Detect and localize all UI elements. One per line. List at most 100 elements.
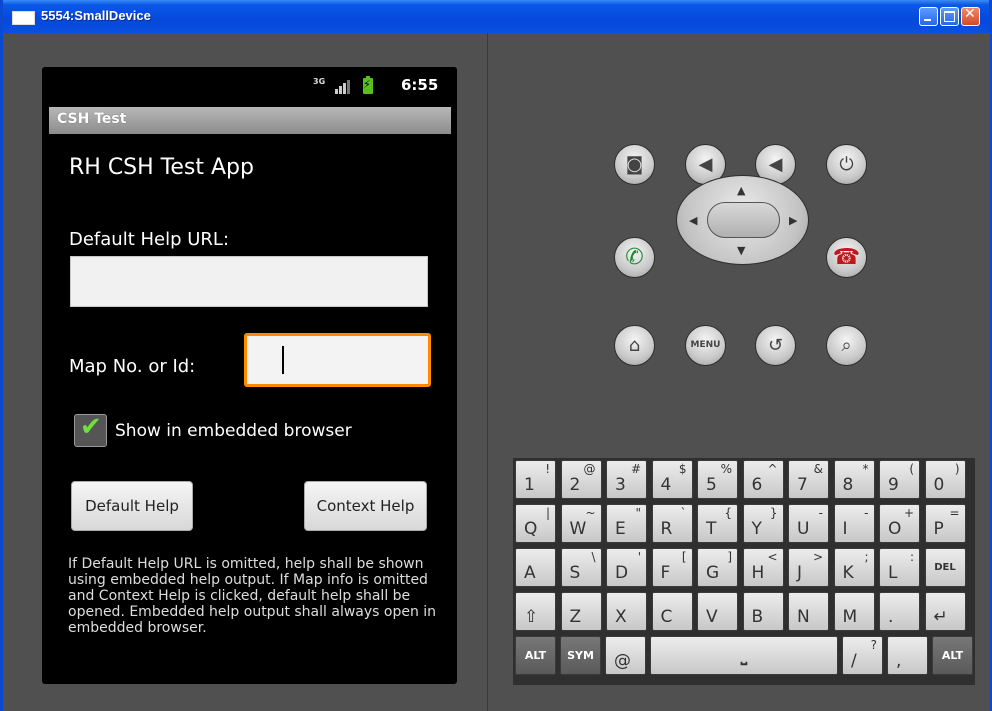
key-row3-5[interactable]: H < — [742, 548, 784, 587]
key-row4-6[interactable]: N — [788, 592, 829, 631]
page-heading: RH CSH Test App — [69, 155, 254, 180]
key-row2-0[interactable]: Q | — [515, 504, 556, 543]
map-id-input[interactable] — [244, 333, 431, 387]
close-button[interactable]: ✕ — [961, 6, 980, 26]
key-main-label: @ — [614, 651, 631, 671]
dpad-center-button[interactable] — [707, 202, 780, 238]
key-row1-4[interactable]: 5% — [697, 460, 738, 499]
key-row2-1[interactable]: W ~ — [560, 504, 602, 543]
dpad[interactable]: ▲ ▼ ◀ ▶ — [676, 175, 809, 265]
key-row3-0[interactable]: A — [515, 548, 556, 587]
key-row1-1[interactable]: 2 @ — [560, 460, 602, 499]
home-icon[interactable]: ⌂ — [614, 325, 655, 366]
key-main-label: ⇧ — [524, 607, 539, 627]
menu-button[interactable]: MENU — [685, 325, 726, 366]
key-row3-4[interactable]: G] — [697, 548, 738, 587]
key-row1-9[interactable]: 0) — [924, 460, 966, 499]
default-help-button[interactable]: Default Help — [71, 481, 193, 531]
key-row2-7[interactable]: I- — [833, 504, 875, 543]
key-main-label: R — [660, 519, 673, 539]
back-icon[interactable]: ↺ — [755, 325, 796, 366]
key-row4-5[interactable]: B — [742, 592, 784, 631]
key-row4-3[interactable]: C — [651, 592, 693, 631]
window-titlebar[interactable]: 5554:SmallDevice ✕ — [3, 0, 989, 33]
key-main-label: ↵ — [933, 607, 948, 627]
key-row4-4[interactable]: V — [697, 592, 738, 631]
key-row2-9[interactable]: P = — [924, 504, 966, 543]
key-row2-3[interactable]: R ` — [651, 504, 693, 543]
key-alt-label: $ — [678, 462, 687, 476]
signal-icon — [335, 80, 353, 94]
key-row3-3[interactable]: F[ — [651, 548, 693, 587]
key-row2-6[interactable]: U- — [788, 504, 829, 543]
key-main-label: 8 — [842, 475, 854, 495]
key-row1-6[interactable]: 7 & — [788, 460, 829, 499]
key-row5-0[interactable]: ALT — [515, 636, 556, 675]
dpad-up-icon[interactable]: ▲ — [737, 184, 745, 197]
key-main-label: D — [615, 563, 629, 583]
dpad-down-icon[interactable]: ▼ — [737, 244, 745, 257]
key-alt-label: } — [769, 506, 778, 520]
key-row2-5[interactable]: Y} — [742, 504, 784, 543]
minimize-button[interactable] — [919, 7, 938, 26]
key-row3-6[interactable]: J > — [788, 548, 829, 587]
key-row2-8[interactable]: O + — [879, 504, 920, 543]
key-alt-label: ? — [870, 638, 877, 652]
key-main-label: B — [751, 607, 764, 627]
key-row4-2[interactable]: X — [606, 592, 647, 631]
key-row2-4[interactable]: T{ — [697, 504, 738, 543]
embedded-browser-label[interactable]: Show in embedded browser — [115, 421, 352, 441]
key-row4-7[interactable]: M — [833, 592, 875, 631]
key-alt-label: * — [862, 462, 869, 476]
key-row1-2[interactable]: 3 # — [606, 460, 647, 499]
status-bar: 3G 6:55 — [42, 67, 457, 104]
key-row3-9[interactable]: DEL — [924, 548, 966, 587]
dpad-left-icon[interactable]: ◀ — [689, 214, 697, 227]
device-panel: 3G 6:55 CSH Test RH CSH Test App Default… — [3, 33, 487, 711]
key-main-label: C — [660, 607, 673, 627]
end-call-icon[interactable]: ☎ — [826, 237, 867, 278]
camera-icon[interactable]: ◙ — [614, 144, 655, 185]
key-main-label: 6 — [751, 475, 763, 495]
key-row4-1[interactable]: Z — [560, 592, 602, 631]
key-row4-9[interactable]: ↵ — [924, 592, 966, 631]
embedded-browser-checkbox[interactable]: ✔ — [74, 412, 107, 447]
key-alt-label: ` — [680, 506, 687, 520]
power-icon[interactable]: ⏻ — [826, 144, 867, 185]
dpad-right-icon[interactable]: ▶ — [789, 214, 797, 227]
default-url-input[interactable] — [70, 256, 428, 307]
key-row5-4[interactable]: /? — [842, 636, 883, 675]
help-note: If Default Help URL is omitted, help sha… — [68, 556, 437, 636]
key-row5-6[interactable]: ALT — [932, 636, 973, 675]
key-row3-7[interactable]: K; — [833, 548, 875, 587]
context-help-button[interactable]: Context Help — [304, 481, 427, 531]
key-row1-5[interactable]: 6 ^ — [742, 460, 784, 499]
key-alt-label: ( — [909, 462, 914, 476]
key-main-label: K — [842, 563, 854, 583]
key-row3-1[interactable]: S \ — [560, 548, 602, 587]
key-row3-2[interactable]: D ' — [606, 548, 647, 587]
key-main-label: 7 — [797, 475, 808, 495]
key-row5-3[interactable]: ⎵ — [650, 636, 838, 675]
key-row2-2[interactable]: E " — [606, 504, 647, 543]
key-row4-8[interactable]: . — [879, 592, 920, 631]
key-row1-8[interactable]: 9( — [879, 460, 920, 499]
key-row5-5[interactable]: , — [887, 636, 928, 675]
key-row3-8[interactable]: L: — [879, 548, 920, 587]
key-alt-label: ] — [727, 550, 732, 564]
key-row1-7[interactable]: 8 * — [833, 460, 875, 499]
call-icon[interactable]: ✆ — [614, 237, 655, 278]
key-row4-0[interactable]: ⇧ — [515, 592, 556, 631]
key-row5-2[interactable]: @ — [605, 636, 646, 675]
key-alt-label: - — [818, 506, 823, 520]
key-main-label: P — [933, 519, 944, 539]
key-main-label: A — [524, 563, 536, 583]
key-row1-3[interactable]: 4 $ — [651, 460, 693, 499]
key-alt-label: % — [720, 462, 732, 476]
search-icon[interactable]: ⌕ — [826, 325, 867, 366]
key-alt-label: | — [545, 506, 550, 520]
key-row1-0[interactable]: 1! — [515, 460, 556, 499]
maximize-button[interactable] — [940, 7, 959, 26]
key-row5-1[interactable]: SYM — [560, 636, 601, 675]
key-main-label: O — [888, 519, 902, 539]
